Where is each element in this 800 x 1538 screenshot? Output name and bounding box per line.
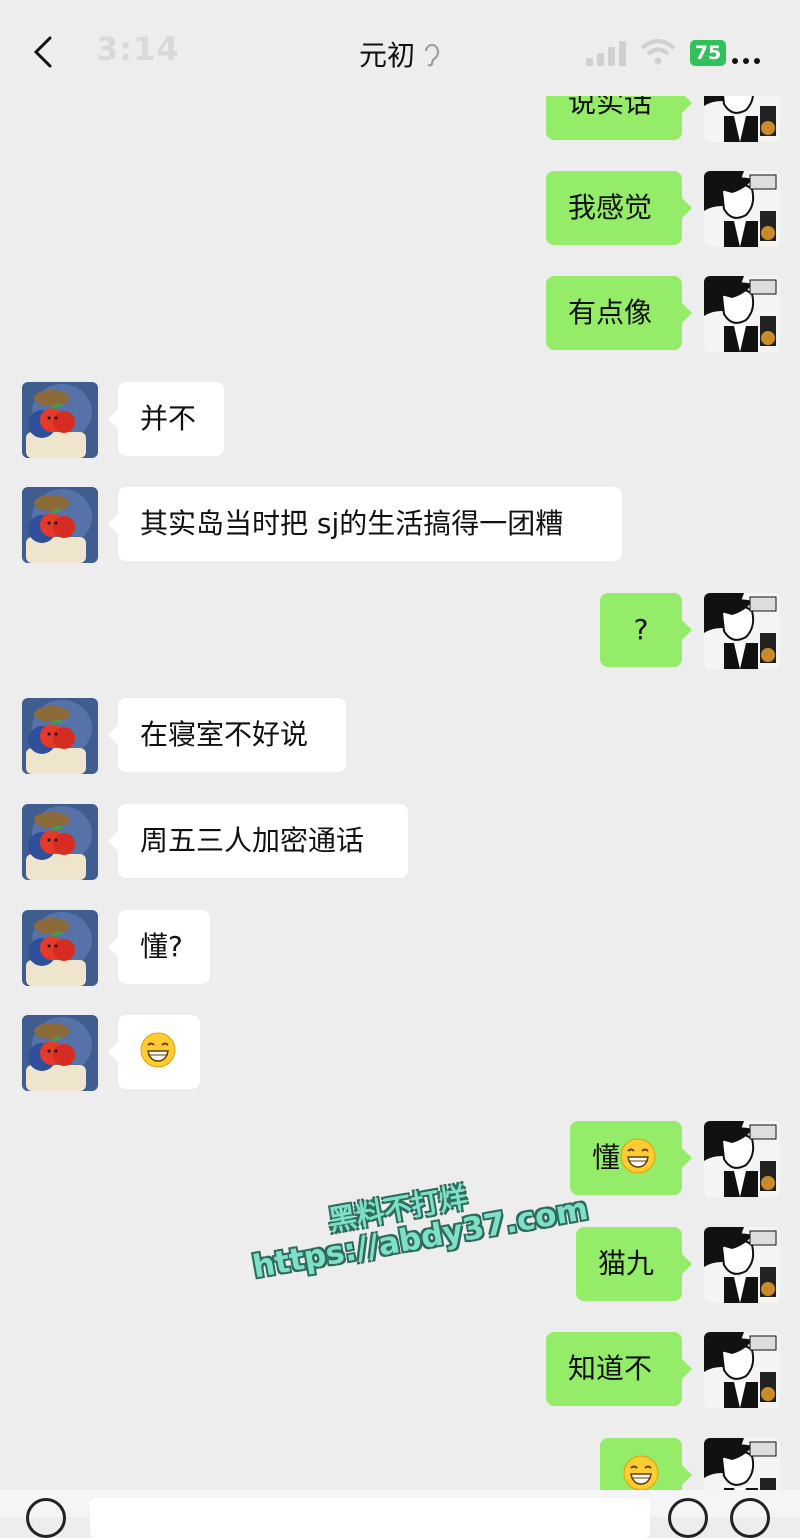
- outgoing-message-bubble[interactable]: 知道不: [546, 1332, 692, 1406]
- top-navigation-bar: 3:14 元初 75: [0, 0, 800, 96]
- battery-indicator: 75: [690, 40, 726, 66]
- my-avatar[interactable]: [704, 1332, 780, 1408]
- contact-avatar[interactable]: [22, 804, 98, 880]
- my-avatar[interactable]: [704, 171, 780, 247]
- my-avatar[interactable]: [704, 593, 780, 669]
- my-avatar[interactable]: [704, 276, 780, 352]
- grinning-squint-emoji-icon: [620, 1138, 656, 1174]
- outgoing-message-bubble[interactable]: 有点像: [546, 276, 692, 350]
- incoming-message-bubble[interactable]: 并不: [108, 382, 224, 456]
- outgoing-message-bubble[interactable]: 猫九: [576, 1227, 692, 1301]
- input-bar: [0, 1490, 800, 1538]
- contact-name[interactable]: 元初: [359, 34, 415, 74]
- incoming-message-bubble[interactable]: 周五三人加密通话: [108, 804, 408, 878]
- message-text: 懂: [592, 1141, 621, 1174]
- signal-strength-icon: [586, 41, 626, 66]
- contact-avatar[interactable]: [22, 698, 98, 774]
- incoming-message-bubble[interactable]: [108, 1015, 200, 1089]
- outgoing-message-bubble[interactable]: 懂: [570, 1121, 692, 1195]
- chat-title: 元初: [0, 34, 800, 74]
- outgoing-message-bubble[interactable]: 我感觉: [546, 171, 692, 245]
- my-avatar[interactable]: [704, 1227, 780, 1303]
- incoming-message-bubble[interactable]: 其实岛当时把 sj的生活搞得一团糟: [108, 487, 622, 561]
- contact-avatar[interactable]: [22, 910, 98, 986]
- message-input[interactable]: [90, 1498, 650, 1538]
- emoji-picker-icon[interactable]: [668, 1498, 708, 1538]
- more-functions-icon[interactable]: [730, 1498, 770, 1538]
- grinning-squint-emoji-icon: [623, 1455, 659, 1491]
- contact-avatar[interactable]: [22, 382, 98, 458]
- incoming-message-bubble[interactable]: 在寝室不好说: [108, 698, 346, 772]
- contact-avatar[interactable]: [22, 1015, 98, 1091]
- my-avatar[interactable]: [704, 1121, 780, 1197]
- outgoing-message-bubble[interactable]: ?: [600, 593, 692, 667]
- wifi-icon: [640, 39, 676, 65]
- voice-input-icon[interactable]: [26, 1498, 66, 1538]
- more-options-icon[interactable]: [732, 49, 772, 64]
- grinning-squint-emoji-icon: [140, 1032, 176, 1068]
- contact-avatar[interactable]: [22, 487, 98, 563]
- earpiece-mode-icon: [425, 43, 440, 67]
- incoming-message-bubble[interactable]: 懂?: [108, 910, 210, 984]
